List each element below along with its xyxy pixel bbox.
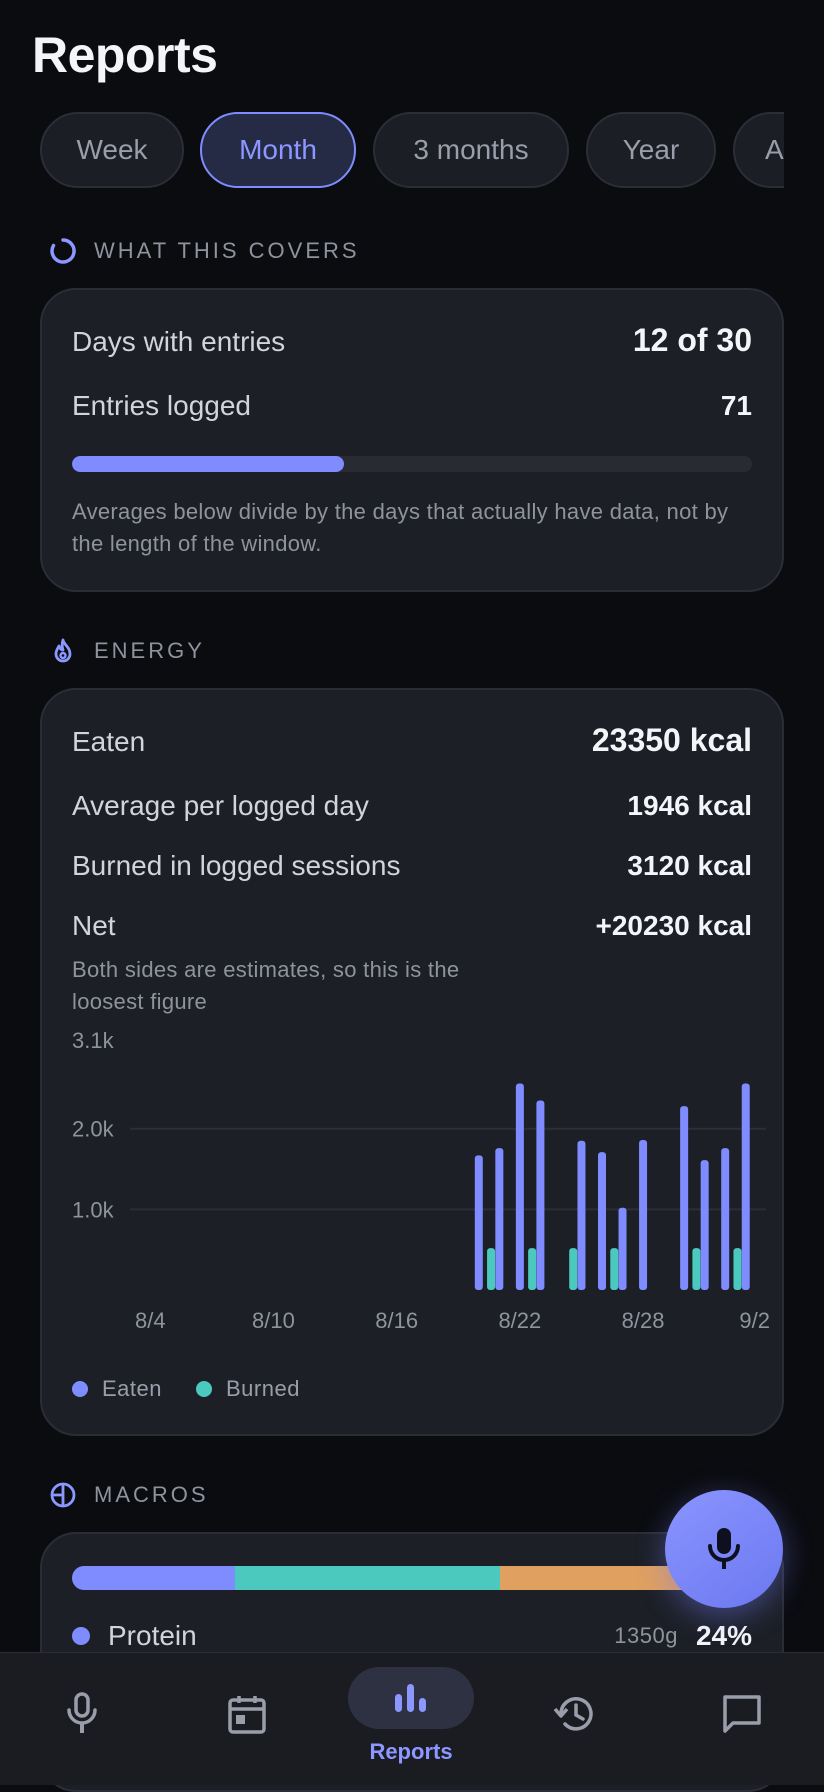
bar-eaten: [577, 1140, 586, 1290]
chat-icon: [723, 1695, 761, 1733]
tab-3-months[interactable]: 3 months: [373, 112, 569, 188]
bar-chart-icon: [395, 1684, 426, 1712]
legend-item-eaten: Eaten: [72, 1376, 162, 1402]
net-label: Net: [72, 910, 116, 941]
tab-all[interactable]: All: [733, 112, 784, 188]
tab-month[interactable]: Month: [200, 112, 356, 188]
legend-burned-label: Burned: [226, 1376, 300, 1401]
eaten-value: 23350 kcal: [591, 722, 752, 758]
macro-segment-protein: [72, 1566, 236, 1590]
protein-swatch: [72, 1627, 90, 1645]
x-tick-label: 9/2: [739, 1308, 770, 1333]
bar-eaten: [598, 1152, 606, 1290]
energy-section-title: ENERGY: [94, 638, 205, 663]
bar-eaten: [721, 1148, 730, 1290]
range-tabs: Week Month 3 months Year All: [40, 112, 784, 192]
flame-icon: [54, 638, 72, 663]
bar-eaten: [639, 1140, 648, 1290]
coverage-progress-bar: [72, 456, 752, 472]
bar-eaten: [495, 1148, 504, 1290]
macros-section-title: MACROS: [94, 1482, 209, 1507]
protein-grams: 1350g: [614, 1623, 678, 1648]
energy-section-header: ENERGY: [48, 636, 205, 666]
pie-chart-icon: [50, 1482, 76, 1508]
progress-ring-icon: [50, 238, 76, 264]
bar-eaten: [618, 1207, 627, 1290]
chart-legend: Eaten Burned: [72, 1376, 300, 1402]
reports-active-pill: [348, 1667, 474, 1729]
tab-week[interactable]: Week: [40, 112, 184, 188]
mic-icon: [708, 1528, 740, 1569]
nav-item-history[interactable]: [535, 1653, 615, 1785]
x-tick-label: 8/22: [498, 1308, 541, 1333]
burned-value: 3120 kcal: [627, 850, 752, 881]
eaten-swatch: [72, 1381, 88, 1397]
bar-burned: [610, 1248, 619, 1290]
days-value: 12 of 30: [632, 322, 752, 358]
legend-item-burned: Burned: [196, 1376, 300, 1402]
calendar-icon: [228, 1696, 266, 1734]
average-label: Average per logged day: [72, 790, 369, 821]
entries-label: Entries logged: [72, 390, 252, 421]
voice-log-button[interactable]: [665, 1490, 783, 1608]
nav-item-voice[interactable]: [42, 1653, 122, 1785]
nav-item-chat[interactable]: [702, 1653, 782, 1785]
nav-item-calendar[interactable]: [207, 1653, 287, 1785]
nav-reports-label: Reports: [369, 1739, 453, 1764]
bar-burned: [569, 1248, 578, 1290]
average-value: 1946 kcal: [627, 790, 752, 821]
bar-eaten: [536, 1100, 545, 1290]
bar-eaten: [474, 1155, 483, 1290]
protein-percent: 24%: [695, 1620, 752, 1651]
energy-bar-chart: 3.1k 2.0k 1.0k 8/4 8/10 8/16 8/22 8/28 9/2: [72, 1030, 770, 1333]
eaten-label: Eaten: [72, 726, 146, 757]
mic-icon: [67, 1692, 97, 1733]
bar-eaten: [741, 1083, 750, 1290]
y-tick-label: 1.0k: [72, 1197, 115, 1222]
burned-label: Burned in logged sessions: [72, 850, 401, 881]
macro-row-protein: Protein 1350g 24%: [72, 1620, 752, 1652]
bar-burned: [692, 1248, 701, 1290]
bar-burned: [487, 1248, 496, 1290]
burned-swatch: [196, 1381, 212, 1397]
tab-year[interactable]: Year: [586, 112, 716, 188]
coverage-progress-fill: [72, 456, 344, 472]
coverage-card: Days with entries 12 of 30 Entries logge…: [40, 288, 784, 592]
nav-item-reports[interactable]: Reports: [348, 1653, 474, 1785]
y-tick-label: 3.1k: [72, 1030, 115, 1053]
bar-eaten: [680, 1106, 689, 1290]
macros-section-header: MACROS: [48, 1480, 209, 1510]
page-title: Reports: [32, 27, 218, 83]
history-icon: [553, 1697, 593, 1731]
x-tick-label: 8/10: [252, 1308, 295, 1333]
bar-burned: [733, 1248, 742, 1290]
bottom-navigation: Reports: [0, 1652, 824, 1785]
macros-stacked-bar: [72, 1566, 752, 1590]
coverage-note: Averages below divide by the days that a…: [72, 499, 729, 556]
net-value: +20230 kcal: [595, 910, 753, 941]
x-tick-label: 8/28: [622, 1308, 665, 1333]
macro-segment-carbs: [235, 1566, 501, 1590]
legend-eaten-label: Eaten: [102, 1376, 162, 1401]
bar-eaten: [700, 1160, 709, 1290]
x-tick-label: 8/4: [135, 1308, 166, 1333]
net-note: Both sides are estimates, so this is the…: [72, 957, 460, 1014]
coverage-section-title: WHAT THIS COVERS: [94, 238, 360, 263]
coverage-section-header: WHAT THIS COVERS: [48, 236, 360, 266]
x-tick-label: 8/16: [375, 1308, 418, 1333]
days-label: Days with entries: [72, 326, 286, 357]
protein-label: Protein: [108, 1620, 197, 1651]
energy-card: Eaten 23350 kcal Average per logged day …: [40, 688, 784, 1436]
bar-burned: [528, 1248, 537, 1290]
entries-value: 71: [720, 390, 752, 421]
y-tick-label: 2.0k: [72, 1117, 115, 1142]
bar-eaten: [515, 1083, 524, 1290]
